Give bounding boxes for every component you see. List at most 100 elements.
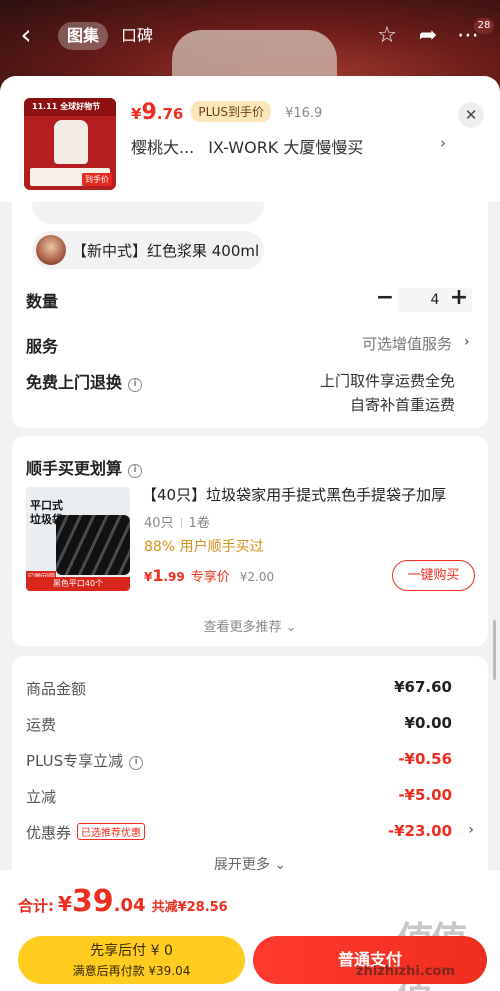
info-icon[interactable]: i	[128, 378, 143, 392]
recommendation-title: 顺手买更划算 i	[26, 455, 143, 479]
rec-original-price: ¥2.00	[239, 570, 275, 584]
total-decimal: .04	[113, 895, 146, 916]
original-price: ¥16.9	[285, 106, 323, 121]
chevron-left-icon: ‹	[20, 18, 32, 51]
pay-later-line1: 先享后付 ¥ 0	[90, 943, 173, 959]
favorite-button[interactable]: ☆	[373, 22, 401, 50]
options-card: 【新中式】红色浆果 400ml 数量 4 − + 服务 可选增值服务 › 免费上…	[12, 186, 488, 428]
chevron-right-icon: ›	[468, 822, 474, 838]
total-integer: 39	[71, 884, 114, 919]
rec-price-dec: .99	[163, 570, 185, 584]
pay-later-line2: 满意后再付款 ¥39.04	[72, 964, 191, 978]
summary-row-coupon[interactable]: 优惠券 已选推荐优惠 -¥23.00 ›	[26, 822, 474, 846]
summary-label-text: 优惠券	[26, 824, 72, 842]
chevron-right-icon[interactable]: ›	[464, 334, 470, 350]
rec-price-int: 1	[152, 566, 164, 585]
summary-value: -¥0.56	[398, 750, 452, 768]
chevron-down-icon: ⌄	[285, 620, 297, 635]
rec-image-bar: 黑色平口40个	[26, 577, 130, 591]
close-button[interactable]: ✕	[458, 102, 484, 128]
total-price: 合计: ¥ 39 .04 共减¥28.56	[18, 884, 228, 919]
summary-row-shipping: 运费 ¥0.00	[26, 714, 474, 738]
tab-reviews[interactable]: 口碑	[112, 22, 162, 50]
option-chip-label: 【新中式】红色浆果 400ml	[72, 241, 260, 260]
summary-label: 商品金额	[26, 680, 87, 698]
summary-label-text: PLUS专享立减	[26, 752, 124, 770]
close-icon: ✕	[464, 106, 478, 124]
summary-value: -¥5.00	[398, 786, 452, 804]
free-return-line2: 自寄补首重运费	[349, 396, 455, 414]
recommended-item-spec: 40只 1卷	[144, 512, 210, 531]
option-thumbnail	[36, 235, 66, 265]
top-navigation-bar: ‹ 图集 口碑 ☆ ➦ ⋯ 28	[0, 14, 500, 58]
info-icon[interactable]: i	[129, 756, 144, 770]
summary-row-goods: 商品金额 ¥67.60	[26, 678, 474, 702]
notification-badge: 28	[474, 18, 494, 34]
product-price: ¥ 9 .76 PLUS到手价 ¥16.9	[131, 100, 322, 128]
one-click-buy-button[interactable]: 一键购买	[392, 560, 475, 591]
recommended-item-image[interactable]: 平口式 垃圾袋 买赠回顾 包邮 黑色平口40个	[26, 487, 130, 591]
recommended-item-price: ¥ 1 .99 专享价 ¥2.00	[144, 566, 274, 585]
quantity-decrease-button[interactable]: −	[374, 287, 396, 310]
product-title-part1: 樱桃大...	[131, 138, 195, 157]
rec-price-symbol: ¥	[144, 570, 153, 584]
recommendation-title-text: 顺手买更划算	[26, 459, 123, 478]
product-title-part2: IX-WORK 大厦慢慢买	[208, 138, 364, 157]
rec-spec2: 1卷	[188, 516, 210, 531]
checkout-bar: 合计: ¥ 39 .04 共减¥28.56 值值值 先享后付 ¥ 0 满意后再付…	[0, 870, 500, 991]
summary-value: -¥23.00	[387, 822, 452, 840]
thumbnail-price-tag: 到手价	[82, 173, 112, 186]
option-chip-selected[interactable]: 【新中式】红色浆果 400ml	[32, 231, 264, 269]
summary-value: ¥0.00	[404, 714, 452, 732]
free-return-line1: 上门取件享运费全免	[319, 372, 455, 390]
star-icon: ☆	[377, 23, 397, 48]
price-integer: 9	[141, 100, 157, 125]
rec-image-rolls	[56, 515, 130, 575]
scrollbar[interactable]	[493, 620, 496, 680]
price-summary-card: 商品金额 ¥67.60 运费 ¥0.00 PLUS专享立减 i -¥0.56 立减…	[12, 656, 488, 886]
quantity-label: 数量	[26, 292, 59, 311]
rec-image-text1: 平口式	[30, 499, 63, 512]
chevron-right-icon[interactable]: ›	[440, 134, 446, 152]
summary-label: PLUS专享立减 i	[26, 750, 144, 771]
share-button[interactable]: ➦	[414, 22, 442, 50]
total-symbol: ¥	[58, 892, 72, 916]
more-recommendations-text: 查看更多推荐	[203, 620, 282, 635]
purchase-sheet: 11.11 全球好物节 到手价 ¥ 9 .76 PLUS到手价 ¥16.9 樱桃…	[0, 76, 500, 991]
share-icon: ➦	[418, 23, 438, 48]
free-return-label: 免费上门退换 i	[26, 369, 143, 393]
recommended-item-bought-rate: 88% 用户顺手买过	[144, 539, 264, 555]
tab-gallery[interactable]: 图集	[58, 22, 109, 50]
pay-later-button[interactable]: 先享后付 ¥ 0 满意后再付款 ¥39.04	[18, 936, 245, 984]
sheet-header: 11.11 全球好物节 到手价 ¥ 9 .76 PLUS到手价 ¥16.9 樱桃…	[0, 76, 500, 202]
price-decimal: .76	[156, 105, 184, 123]
summary-label: 优惠券 已选推荐优惠	[26, 822, 146, 843]
service-value[interactable]: 可选增值服务	[362, 333, 452, 354]
rec-spec1: 40只	[144, 516, 174, 531]
summary-row-plus-discount: PLUS专享立减 i -¥0.56	[26, 750, 474, 774]
total-label: 合计:	[18, 897, 54, 915]
thumbnail-jar	[54, 120, 88, 164]
free-return-text: 免费上门退换	[26, 373, 123, 392]
summary-row-instant-discount: 立减 -¥5.00	[26, 786, 474, 810]
summary-value: ¥67.60	[394, 678, 452, 696]
info-icon[interactable]: i	[128, 464, 143, 478]
plus-price-tag: PLUS到手价	[191, 101, 272, 122]
quantity-increase-button[interactable]: +	[448, 287, 470, 310]
summary-label: 运费	[26, 716, 57, 734]
recommended-item-title[interactable]: 【40只】垃圾袋家用手提式黑色手提袋子加厚	[142, 484, 472, 505]
thumbnail-banner: 11.11 全球好物节	[24, 98, 116, 116]
product-thumbnail[interactable]: 11.11 全球好物节 到手价	[24, 98, 116, 190]
total-saved: 共减¥28.56	[151, 900, 228, 915]
service-label: 服务	[26, 337, 59, 356]
coupon-recommended-tag: 已选推荐优惠	[77, 823, 146, 840]
product-title[interactable]: 樱桃大... IX-WORK 大厦慢慢买	[131, 134, 431, 158]
free-return-description: 上门取件享运费全免 自寄补首重运费	[320, 369, 455, 417]
price-symbol: ¥	[131, 105, 142, 123]
summary-label: 立减	[26, 788, 57, 806]
more-recommendations-link[interactable]: 查看更多推荐 ⌄	[12, 616, 488, 635]
back-button[interactable]: ‹	[12, 21, 40, 50]
watermark-url: zhizhizhi.com	[356, 964, 455, 979]
recommendation-card: 顺手买更划算 i 平口式 垃圾袋 买赠回顾 包邮 黑色平口40个 【40只】垃圾袋…	[12, 436, 488, 646]
rec-price-label: 专享价	[190, 570, 230, 585]
